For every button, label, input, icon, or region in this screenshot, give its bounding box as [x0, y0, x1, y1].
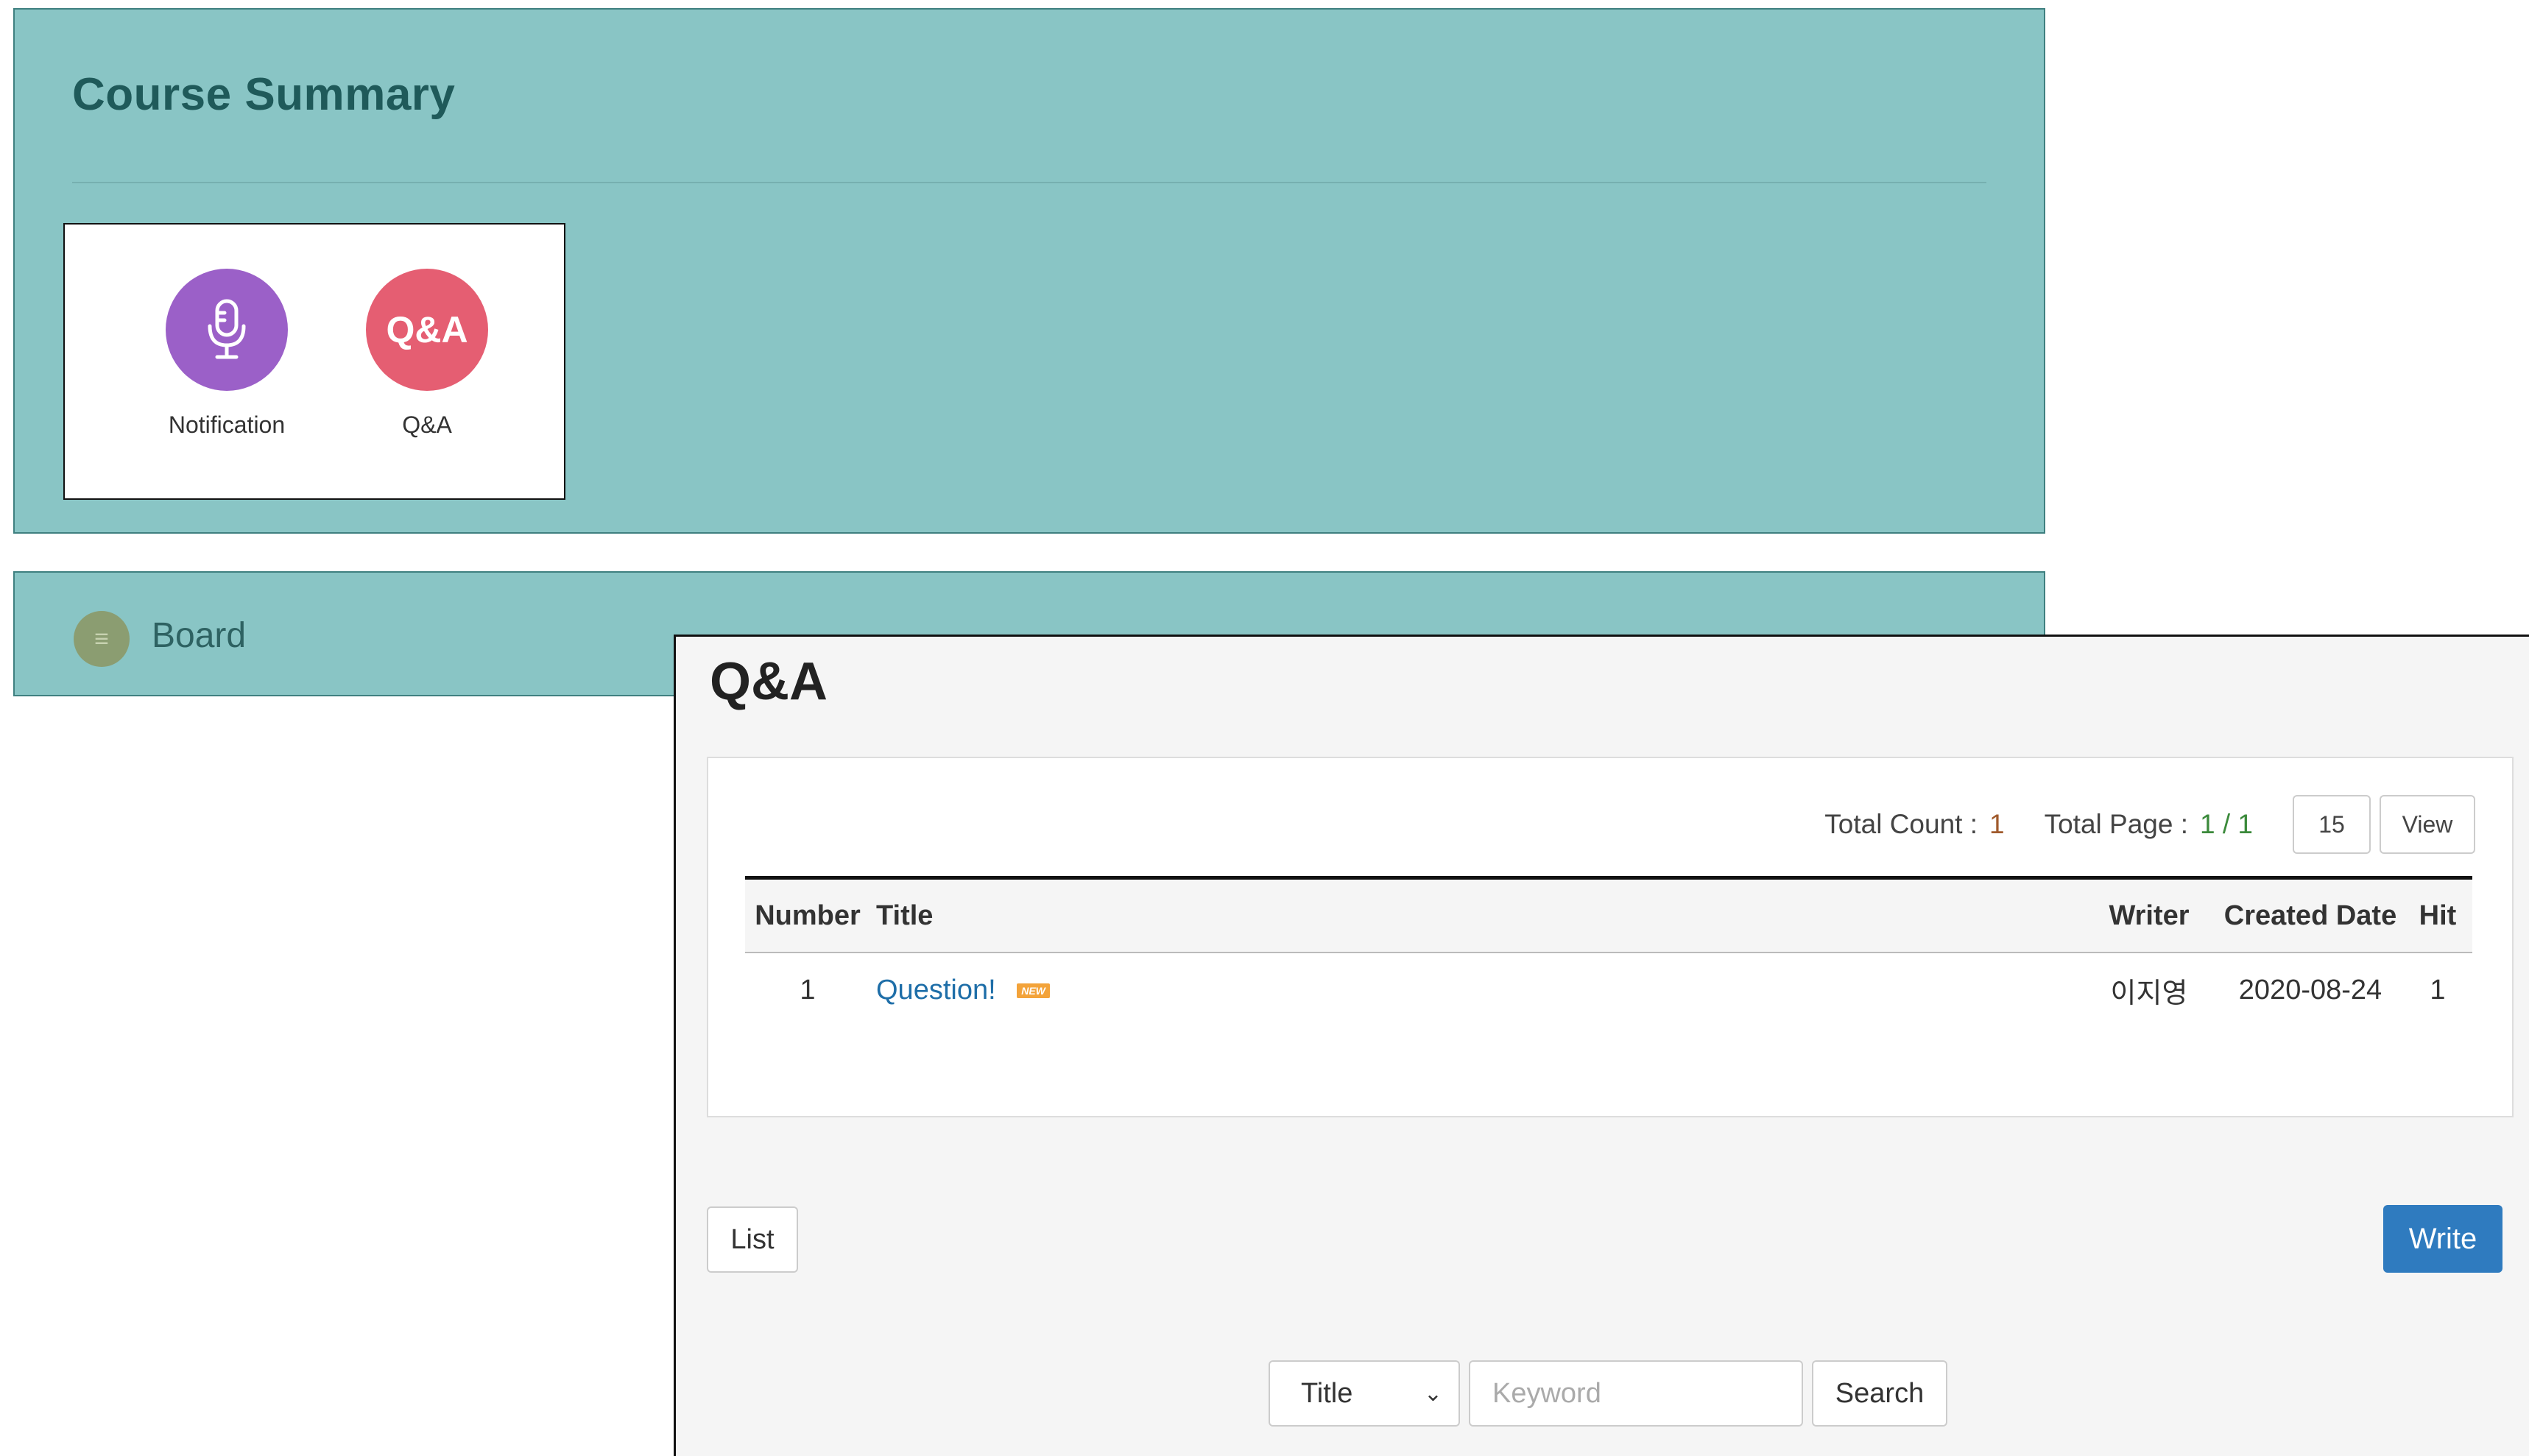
- course-summary-panel: Course Summary Notification Q&A Q&A: [13, 8, 2045, 534]
- qna-label: Q&A: [402, 411, 452, 438]
- summary-divider: [72, 182, 1986, 183]
- list-button[interactable]: List: [707, 1206, 798, 1273]
- col-header-writer: Writer: [2081, 876, 2218, 953]
- qna-icon: Q&A: [366, 269, 488, 391]
- shortcut-box: Notification Q&A Q&A: [63, 223, 565, 500]
- search-button[interactable]: Search: [1812, 1360, 1947, 1427]
- total-page-value: 1 / 1: [2200, 809, 2253, 839]
- table-row[interactable]: 1 Question! NEW 이지영 2020-08-24 1: [745, 953, 2472, 1027]
- course-summary-title: Course Summary: [72, 69, 456, 120]
- per-page-input[interactable]: 15: [2293, 795, 2371, 854]
- new-badge: NEW: [1017, 983, 1050, 999]
- row-date: 2020-08-24: [2238, 974, 2382, 1006]
- search-field-select[interactable]: Title ⌄: [1269, 1360, 1460, 1427]
- row-number: 1: [800, 974, 816, 1006]
- list-summary: Total Count : 1 Total Page : 1 / 1 15 Vi…: [1824, 795, 2475, 854]
- qna-window: Q&A Total Count : 1 Total Page : 1 / 1 1…: [674, 635, 2529, 1456]
- qna-shortcut[interactable]: Q&A Q&A: [339, 269, 515, 439]
- row-writer: 이지영: [2110, 978, 2188, 1009]
- notification-label: Notification: [168, 411, 286, 438]
- qna-table: Number Title Writer Created Date Hit 1 Q…: [745, 876, 2472, 1027]
- write-button[interactable]: Write: [2383, 1205, 2502, 1273]
- search-field-value: Title: [1301, 1377, 1353, 1409]
- total-count-value: 1: [1989, 809, 2005, 839]
- row-title-link[interactable]: Question!: [876, 975, 996, 1006]
- col-header-number: Number: [745, 876, 870, 953]
- chevron-down-icon: ⌄: [1423, 1381, 1442, 1406]
- board-label: Board: [152, 616, 247, 655]
- total-count-label: Total Count :: [1824, 809, 1978, 839]
- col-header-title: Title: [870, 876, 2081, 953]
- keyword-input[interactable]: [1469, 1360, 1803, 1427]
- qna-list-card: Total Count : 1 Total Page : 1 / 1 15 Vi…: [707, 757, 2514, 1117]
- list-icon: ≡: [74, 611, 130, 667]
- qna-page-title: Q&A: [710, 652, 828, 711]
- notification-shortcut[interactable]: Notification: [138, 269, 315, 439]
- microphone-icon: [166, 269, 288, 391]
- row-title-cell: Question! NEW: [870, 953, 2081, 1027]
- table-header-row: Number Title Writer Created Date Hit: [745, 876, 2472, 953]
- col-header-date: Created Date: [2218, 876, 2403, 953]
- row-hit: 1: [2430, 974, 2446, 1006]
- col-header-hit: Hit: [2403, 876, 2472, 953]
- search-bar: Title ⌄ Search: [1269, 1360, 1947, 1427]
- total-page-label: Total Page :: [2044, 809, 2188, 839]
- view-button[interactable]: View: [2380, 795, 2475, 854]
